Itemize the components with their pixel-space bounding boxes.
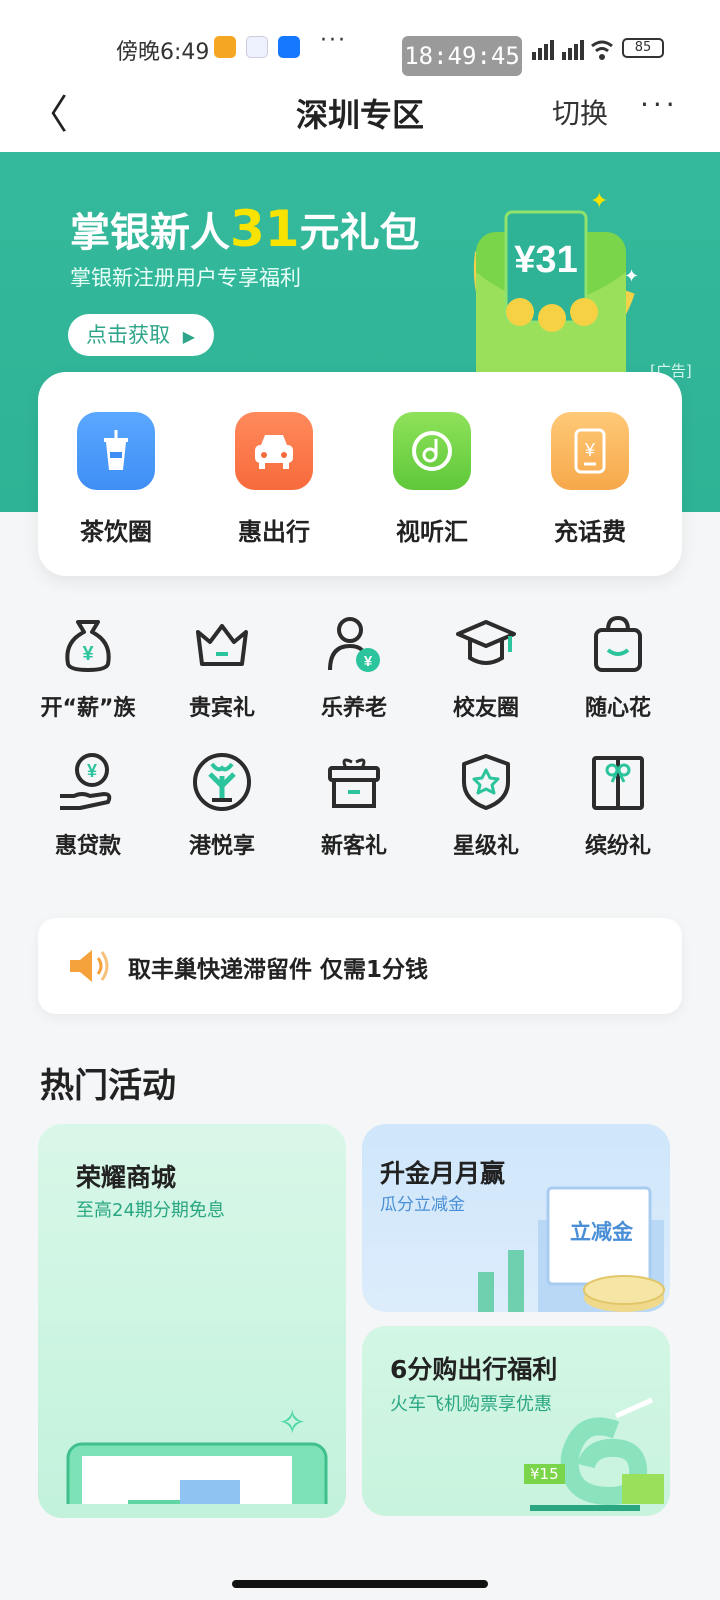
video-app-icon [246,36,268,58]
more-menu-icon[interactable]: ··· [640,88,679,121]
activity-card-travel-benefit[interactable]: 6分购出行福利 火车飞机购票享优惠 ¥15 [362,1326,670,1516]
svg-text:¥: ¥ [584,440,596,460]
grid-item-spend[interactable]: 随心花 [562,612,674,722]
banner-subtitle: 掌银新注册用户专享福利 [70,266,301,290]
music-icon [393,412,471,490]
loan-hand-icon: ¥ [60,753,112,810]
grid-item-salary[interactable]: ¥ 开“薪”族 [32,612,144,722]
crown-icon [196,624,248,666]
car-icon [235,412,313,490]
coupon-badge: 立减金 [570,1220,633,1244]
activity-title: 荣耀商城 [76,1163,177,1192]
grid-item-label: 随心花 [584,696,651,721]
notification-app-icon [214,36,236,58]
banner-title: 掌银新人31元礼包 [70,200,420,258]
bauhinia-icon [193,753,251,811]
svg-text:¥: ¥ [82,643,94,665]
money-bag-icon: ¥ [65,620,111,672]
speaker-icon [70,950,109,982]
quick-entry-label: 茶饮圈 [80,518,152,546]
grid-item-label: 缤纷礼 [584,834,651,859]
page-title: 深圳专区 [295,96,424,134]
quick-entry-card: 茶饮圈 惠出行 视听汇 ¥ 充话费 [38,372,682,576]
banner-title-amount: 31 [230,200,300,258]
phone-bill-icon: ¥ [551,412,629,490]
grid-item-label: 惠贷款 [54,834,121,859]
quick-entry-travel[interactable]: 惠出行 [214,412,334,547]
grid-item-label: 乐养老 [320,696,387,721]
grid-item-label: 开“薪”族 [40,696,136,721]
quick-entry-label: 充话费 [554,518,626,546]
coupon-coins-illustration [478,1186,665,1312]
alipay-icon [278,36,300,58]
train-plane-illustration [530,1397,664,1511]
grid-item-alumni[interactable]: 校友圈 [430,612,542,722]
grid-item-star[interactable]: 星级礼 [430,750,542,860]
sparkle-icon: ✦ [590,189,608,214]
sparkle-icon: ✦ [624,266,639,287]
tablet-shopping-illustration: ✧ [66,1403,328,1504]
grid-item-loan[interactable]: ¥ 惠贷款 [32,750,144,860]
status-time: 傍晚6:49 [116,40,210,65]
elder-person-icon: ¥ [328,617,380,672]
quick-entry-phone-bill[interactable]: ¥ 充话费 [530,412,650,547]
nav-bar: 〈 深圳专区 切换 ··· [0,82,720,152]
notice-text: 取丰巢快递滞留件 仅需1分钱 [128,957,429,983]
graduation-cap-icon [456,620,516,665]
notice-bar[interactable]: 取丰巢快递滞留件 仅需1分钱 [38,918,682,1014]
home-indicator[interactable] [232,1580,488,1588]
grid-item-label: 新客礼 [320,834,387,859]
grid-item-label: 校友圈 [452,696,519,721]
quick-entry-label: 视听汇 [396,518,468,546]
price-tag: ¥15 [524,1464,565,1484]
battery-indicator: 85 [622,38,664,58]
activity-subtitle: 瓜分立减金 [380,1195,465,1215]
svg-text:¥: ¥ [87,761,97,781]
cup-icon [77,412,155,490]
gift-card-icon [592,756,644,810]
grid-item-label: 贵宾礼 [188,696,255,721]
clock-overlay: 18:49:45 [402,36,522,76]
envelope-amount: ¥31 [514,239,577,281]
activity-title: 6分购出行福利 [390,1355,558,1384]
banner-cta-label: 点击获取 [86,323,170,347]
banner-title-suffix: 元礼包 [299,210,420,256]
grid-item-hk[interactable]: 港悦享 [166,750,278,860]
play-triangle-icon: ▶ [182,327,195,346]
quick-entry-label: 惠出行 [238,518,310,546]
quick-entry-media[interactable]: 视听汇 [372,412,492,547]
grid-item-vip[interactable]: 贵宾礼 [166,612,278,722]
status-bar: 傍晚6:49 ··· 18:49:45 85 [0,0,720,82]
activity-card-honor-mall[interactable]: 荣耀商城 至高24期分期免息 ✧ [38,1124,346,1518]
grid-item-colorful[interactable]: 缤纷礼 [562,750,674,860]
grid-item-new-customer[interactable]: 新客礼 [298,750,410,860]
svg-text:¥: ¥ [364,653,373,670]
grid-item-label: 港悦享 [188,834,255,859]
quick-entry-tea[interactable]: 茶饮圈 [56,412,176,547]
banner-cta-button[interactable]: 点击获取 ▶ [68,314,214,356]
switch-region-button[interactable]: 切换 [552,92,608,132]
banner-title-prefix: 掌银新人 [70,210,230,256]
activity-subtitle: 至高24期分期免息 [76,1200,225,1221]
grid-item-pension[interactable]: ¥ 乐养老 [298,612,410,722]
status-more-dots: ··· [320,28,347,53]
red-envelope-illustration: ¥31 ✦ ✦ [473,189,639,392]
star-shield-icon [462,754,510,810]
gift-box-icon [328,758,380,808]
grid-item-label: 星级礼 [452,834,519,859]
sparkle-icon: ✧ [278,1403,307,1443]
hot-activities-title: 热门活动 [40,1066,176,1106]
shopping-bag-icon [594,615,642,672]
signal-wifi-icon [532,40,613,60]
activity-card-gold-monthly[interactable]: 升金月月赢 瓜分立减金 立减金 [362,1124,670,1312]
